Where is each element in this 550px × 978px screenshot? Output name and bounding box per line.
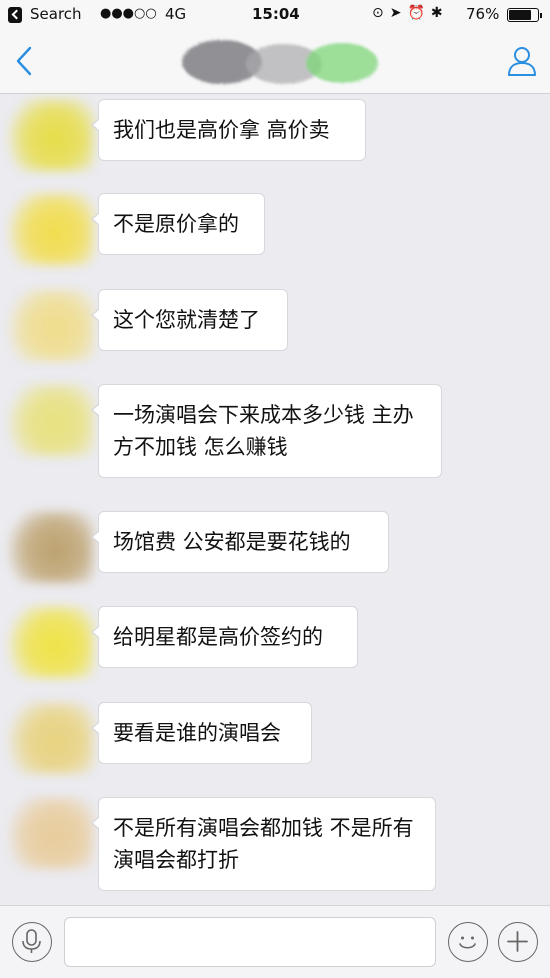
clock: 15:04 [252,5,300,23]
signal-strength: ●●●○○ [100,6,157,21]
sender-avatar[interactable] [8,384,94,456]
message-text: 场馆费 公安都是要花钱的 [113,530,351,554]
smiley-icon [459,936,476,949]
chevron-left-icon [16,46,32,76]
status-bar: Search ●●●○○ 4G 15:04 ⊙➤⏰✱ 76% [0,0,550,30]
message-bubble[interactable]: 不是原价拿的 [91,193,265,255]
message-bubble[interactable]: 要看是谁的演唱会 [91,702,312,764]
chat-header [0,30,550,94]
sender-avatar[interactable] [8,193,94,265]
voice-button[interactable] [12,922,52,962]
back-to-app-icon[interactable] [8,7,22,23]
message-bubble[interactable]: 不是所有演唱会都加钱 不是所有演唱会都打折 [91,797,436,891]
status-icons: ⊙➤⏰✱ [372,5,449,21]
sender-avatar[interactable] [8,797,94,869]
more-button[interactable] [498,922,538,962]
emoji-button[interactable] [448,922,488,962]
message-text: 不是所有演唱会都加钱 不是所有演唱会都打折 [113,816,414,872]
microphone-icon [22,929,41,953]
profile-button[interactable] [506,44,538,78]
sender-avatar[interactable] [8,289,94,361]
message-bubble[interactable]: 一场演唱会下来成本多少钱 主办方不加钱 怎么赚钱 [91,384,442,478]
battery-icon [507,8,542,22]
message-text: 不是原价拿的 [113,212,239,236]
message-list[interactable]: 我们也是高价拿 高价卖 不是原价拿的 这个您就清楚了 一场演唱会下来成本多少钱 … [0,95,550,905]
message-text: 这个您就清楚了 [113,308,260,332]
message-bubble[interactable]: 给明星都是高价签约的 [91,606,358,668]
sender-avatar[interactable] [8,511,94,583]
message-text: 要看是谁的演唱会 [113,721,281,745]
message-input[interactable] [64,917,436,967]
plus-icon [507,931,528,952]
battery-percent: 76% [466,5,500,23]
sender-avatar[interactable] [8,606,94,678]
back-to-app-label[interactable]: Search [30,5,82,23]
input-bar [0,905,550,978]
person-icon [508,47,536,76]
sender-avatar[interactable] [8,702,94,774]
network-type: 4G [165,5,187,23]
message-text: 我们也是高价拿 高价卖 [113,118,330,142]
back-button[interactable] [12,44,36,78]
message-text: 给明星都是高价签约的 [113,625,323,649]
contact-name-redacted [180,36,380,88]
message-bubble[interactable]: 这个您就清楚了 [91,289,288,351]
sender-avatar[interactable] [8,99,94,171]
message-bubble[interactable]: 场馆费 公安都是要花钱的 [91,511,389,573]
message-bubble[interactable]: 我们也是高价拿 高价卖 [91,99,366,161]
message-text: 一场演唱会下来成本多少钱 主办方不加钱 怎么赚钱 [113,403,414,459]
